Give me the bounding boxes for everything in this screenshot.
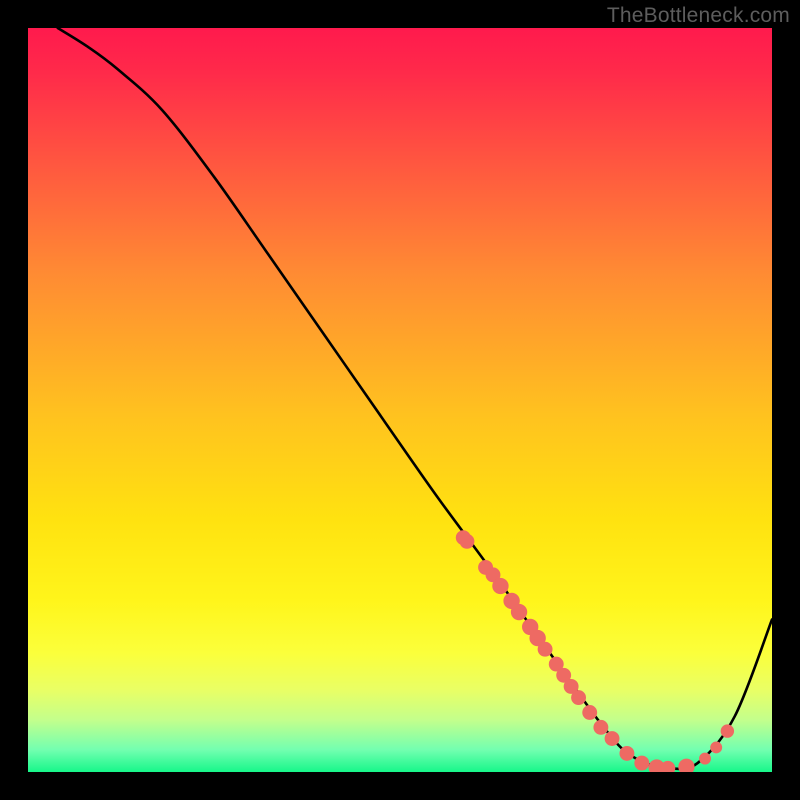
data-markers — [456, 530, 734, 772]
data-point — [593, 720, 608, 735]
plot-area — [28, 28, 772, 772]
data-point — [538, 642, 553, 657]
data-point — [721, 724, 734, 737]
data-point — [571, 690, 586, 705]
data-point — [678, 759, 694, 772]
data-point — [582, 705, 597, 720]
data-point — [460, 534, 475, 549]
data-point — [710, 741, 722, 753]
bottleneck-curve — [58, 28, 772, 769]
chart-container: TheBottleneck.com — [0, 0, 800, 800]
chart-svg — [28, 28, 772, 772]
data-point — [605, 731, 620, 746]
data-point — [511, 604, 527, 620]
watermark-text: TheBottleneck.com — [607, 4, 790, 28]
data-point — [619, 746, 634, 761]
data-point — [699, 753, 711, 765]
data-point — [634, 756, 649, 771]
data-point — [492, 578, 508, 594]
